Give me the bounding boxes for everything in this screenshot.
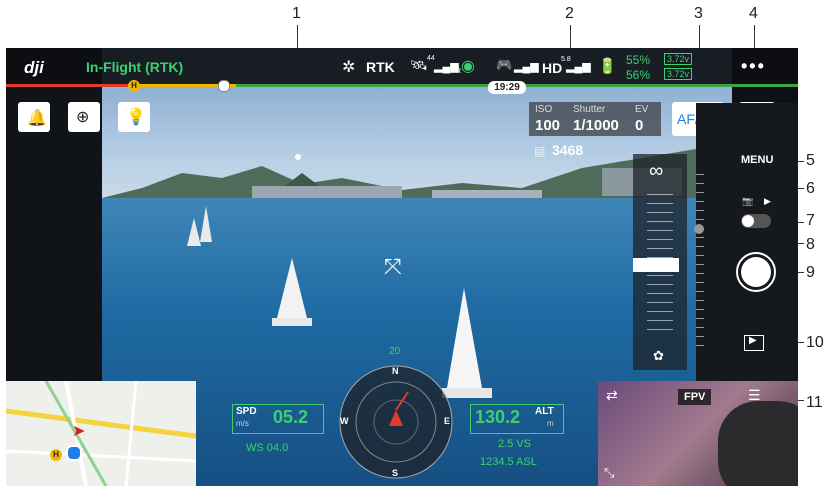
sd-card-icon: ▤ — [534, 144, 546, 158]
altitude-asl: 1234.5 ASL — [480, 456, 537, 468]
compass-e: E — [444, 416, 451, 426]
play-icon: ▶ — [749, 335, 757, 346]
map-home-marker: H — [50, 449, 62, 461]
callout-8: 8 — [806, 236, 815, 253]
callout-3: 3 — [694, 5, 703, 22]
callout-4: 4 — [749, 5, 758, 22]
shutter-label: Shutter — [573, 104, 606, 115]
aircraft-arrow-icon: ➤ — [72, 423, 86, 440]
voltage-1: 3.72v — [664, 53, 693, 65]
compass-s: S — [392, 468, 399, 478]
dji-logo: dji — [24, 58, 44, 77]
remaining-shots: 3468 — [552, 142, 584, 158]
exposure-scale — [696, 174, 704, 354]
fpv-view[interactable]: FPV ⇄ ☰ ⤡ — [598, 381, 798, 486]
focus-slider[interactable]: ∞ ✿ — [633, 154, 687, 370]
light-bulb-icon: 💡 — [126, 109, 146, 126]
obstacle-sensing-icon[interactable]: ◉ — [461, 56, 475, 76]
callout-1: 1 — [292, 5, 301, 22]
infinity-icon: ∞ — [649, 160, 664, 182]
focus-slider-handle[interactable] — [633, 258, 679, 272]
map-roads-image — [6, 381, 196, 486]
toggle-knob — [742, 215, 754, 227]
alt-unit: m — [547, 419, 554, 428]
shutter-button-core — [741, 257, 771, 287]
spd-value: 05.2 — [273, 407, 309, 427]
battery-pct-2: 56% — [626, 68, 651, 82]
shutter-value: 1/1000 — [573, 117, 619, 134]
callout-11: 11 — [806, 394, 823, 411]
gps-signal-icon: ▂▄▆ — [434, 61, 459, 73]
video-mode-icon: ▶ — [764, 196, 771, 206]
vertical-speed: 2.5 VS — [498, 438, 532, 450]
altitude-panel: 130.2 ALT m — [470, 404, 564, 434]
alt-value: 130.2 — [475, 407, 521, 427]
camera-settings-panel[interactable]: ISO 100 Shutter 1/1000 EV 0 — [529, 102, 661, 136]
drone-orbit-icon: ⊕ — [76, 109, 90, 126]
alt-label: ALT — [535, 406, 554, 417]
exposure-indicator — [694, 224, 704, 234]
speed-panel: SPD m/s 05.2 — [232, 404, 324, 434]
callout-10: 10 — [806, 334, 824, 351]
battery-pct-1: 55% — [626, 53, 651, 67]
voltage-2: 3.72v — [664, 68, 693, 80]
macro-flower-icon: ✿ — [653, 348, 664, 363]
rtk-label[interactable]: RTK — [366, 59, 395, 75]
iso-label: ISO — [535, 104, 553, 115]
ev-value: 0 — [635, 117, 644, 134]
compass-attitude-indicator — [339, 365, 453, 479]
compass-heading: 20 — [389, 346, 401, 357]
callout-5: 5 — [806, 152, 815, 169]
callout-2: 2 — [565, 5, 574, 22]
battery-slider-knob[interactable] — [218, 80, 230, 92]
menu-button[interactable]: MENU — [741, 154, 773, 166]
spd-unit: m/s — [236, 419, 249, 428]
spd-label: SPD — [236, 406, 257, 417]
focus-reticle-icon: ⤧ — [384, 254, 402, 279]
callout-6: 6 — [806, 180, 815, 197]
compass-n: N — [392, 366, 399, 376]
drone-icon: ✲ — [342, 59, 356, 76]
rc-signal-icon: ▂▄▆ — [514, 61, 539, 73]
shutter-button[interactable] — [736, 252, 776, 292]
more-menu-button[interactable]: ••• — [741, 56, 766, 77]
top-status-bar: dji In-Flight (RTK) ✲ RTK 🛰 44 ▂▄▆ R ◉ 🎮… — [6, 48, 798, 86]
timer-badge: 19:29 — [488, 81, 526, 94]
swap-view-icon[interactable]: ⇄ — [606, 387, 618, 404]
mini-map[interactable]: ➤ H — [6, 381, 196, 486]
hd-label: HD — [542, 60, 563, 76]
callout-7: 7 — [806, 212, 815, 229]
playback-button[interactable]: ▶ — [744, 335, 764, 351]
view-settings-icon[interactable]: ☰ — [748, 387, 761, 404]
battery-red-segment — [6, 84, 136, 87]
user-location-dot — [66, 445, 82, 461]
remote-controller-icon: 🎮 — [496, 57, 513, 72]
photo-video-toggle[interactable] — [741, 214, 771, 228]
iso-value: 100 — [535, 117, 561, 134]
home-marker: H — [128, 80, 140, 92]
wind-speed: WS 04.0 — [246, 442, 289, 454]
ev-label: EV — [635, 104, 649, 115]
photo-mode-icon: 📷 — [742, 196, 754, 206]
callout-9: 9 — [806, 264, 815, 281]
bell-icon: 🔔 — [27, 110, 47, 127]
battery-icon: 🔋 — [598, 58, 617, 75]
flight-mode-button[interactable]: ⊕ — [68, 102, 100, 132]
satellite-icon: 🛰 — [410, 57, 428, 73]
hd-signal-icon: ▂▄▆ — [566, 61, 591, 73]
fpv-rock-image — [718, 401, 798, 486]
fpv-label: FPV — [678, 389, 712, 405]
minimize-icon[interactable]: ⤡ — [604, 465, 614, 481]
notification-bell-button[interactable]: 🔔 — [18, 102, 50, 132]
app-screen: 🔔 ⊕ 💡 dji In-Flight (RTK) ✲ RTK 🛰 44 ▂▄▆… — [6, 48, 798, 486]
flight-status-text[interactable]: In-Flight (RTK) — [86, 59, 183, 75]
beacon-light-button[interactable]: 💡 — [118, 102, 150, 132]
subject-marker — [295, 154, 301, 160]
compass-w: W — [340, 416, 349, 426]
